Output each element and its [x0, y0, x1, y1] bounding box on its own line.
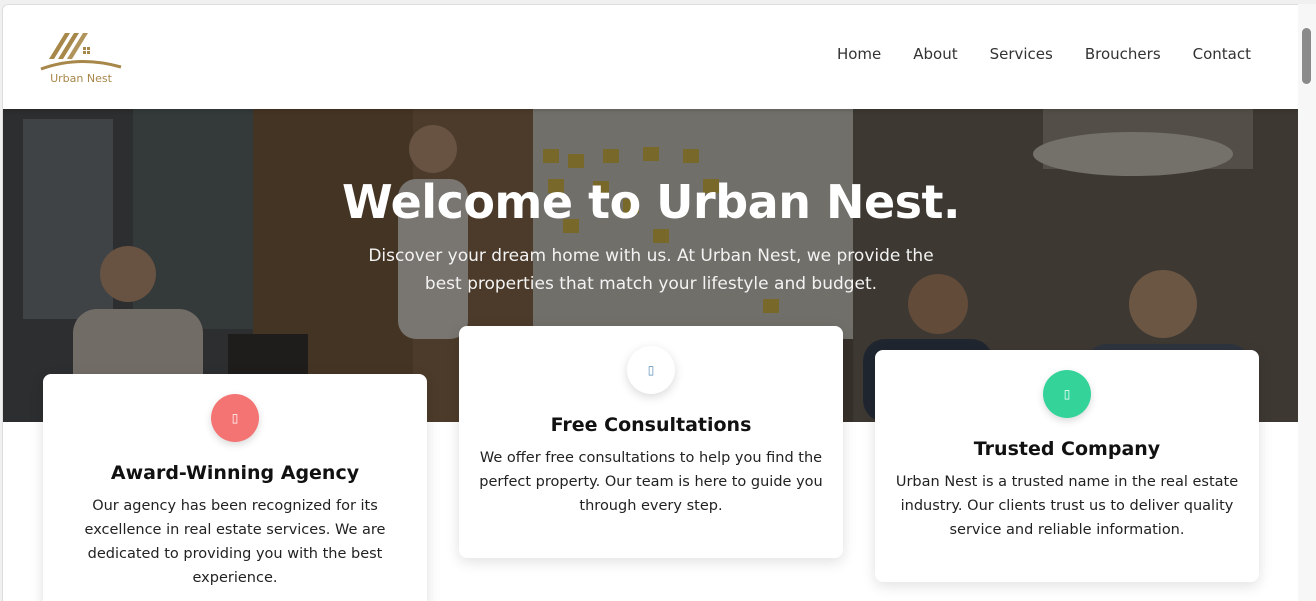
feature-card-award: ▯ Award-Winning Agency Our agency has be… — [43, 374, 427, 601]
nav-brouchers[interactable]: Brouchers — [1085, 45, 1161, 63]
logo-text: Urban Nest — [50, 72, 112, 85]
site-header: Urban Nest Home About Services Brouchers… — [3, 5, 1298, 109]
trusted-icon: ▯ — [1043, 370, 1091, 418]
feature-text: We offer free consultations to help you … — [479, 450, 823, 514]
feature-text: Our agency has been recognized for its e… — [84, 498, 386, 586]
feature-title: Award-Winning Agency — [110, 462, 360, 484]
scrollbar-thumb[interactable] — [1302, 28, 1311, 84]
hero-subtitle: Discover your dream home with us. At Urb… — [368, 246, 934, 294]
page-scrollbar[interactable] — [1298, 4, 1316, 601]
award-icon: ▯ — [211, 394, 259, 442]
main-nav: Home About Services Brouchers Contact — [837, 45, 1251, 63]
nav-services[interactable]: Services — [990, 45, 1053, 63]
nav-about[interactable]: About — [913, 45, 957, 63]
consultation-glyph: ▯ — [647, 363, 655, 377]
consultation-icon: ▯ — [627, 346, 675, 394]
nav-contact[interactable]: Contact — [1193, 45, 1251, 63]
logo[interactable]: Urban Nest — [39, 27, 123, 89]
award-glyph: ▯ — [231, 411, 239, 425]
nav-home[interactable]: Home — [837, 45, 881, 63]
browser-viewport: Urban Nest Home About Services Brouchers… — [2, 4, 1298, 601]
feature-card-consultations: ▯ Free Consultations We offer free consu… — [459, 326, 843, 558]
feature-title: Trusted Company — [973, 438, 1161, 460]
hero-title: Welcome to Urban Nest. — [342, 175, 961, 229]
trusted-glyph: ▯ — [1063, 387, 1071, 401]
feature-text: Urban Nest is a trusted name in the real… — [895, 474, 1239, 538]
feature-card-trusted: ▯ Trusted Company Urban Nest is a truste… — [875, 350, 1259, 582]
feature-title: Free Consultations — [550, 414, 752, 436]
house-logo-icon — [40, 33, 122, 71]
